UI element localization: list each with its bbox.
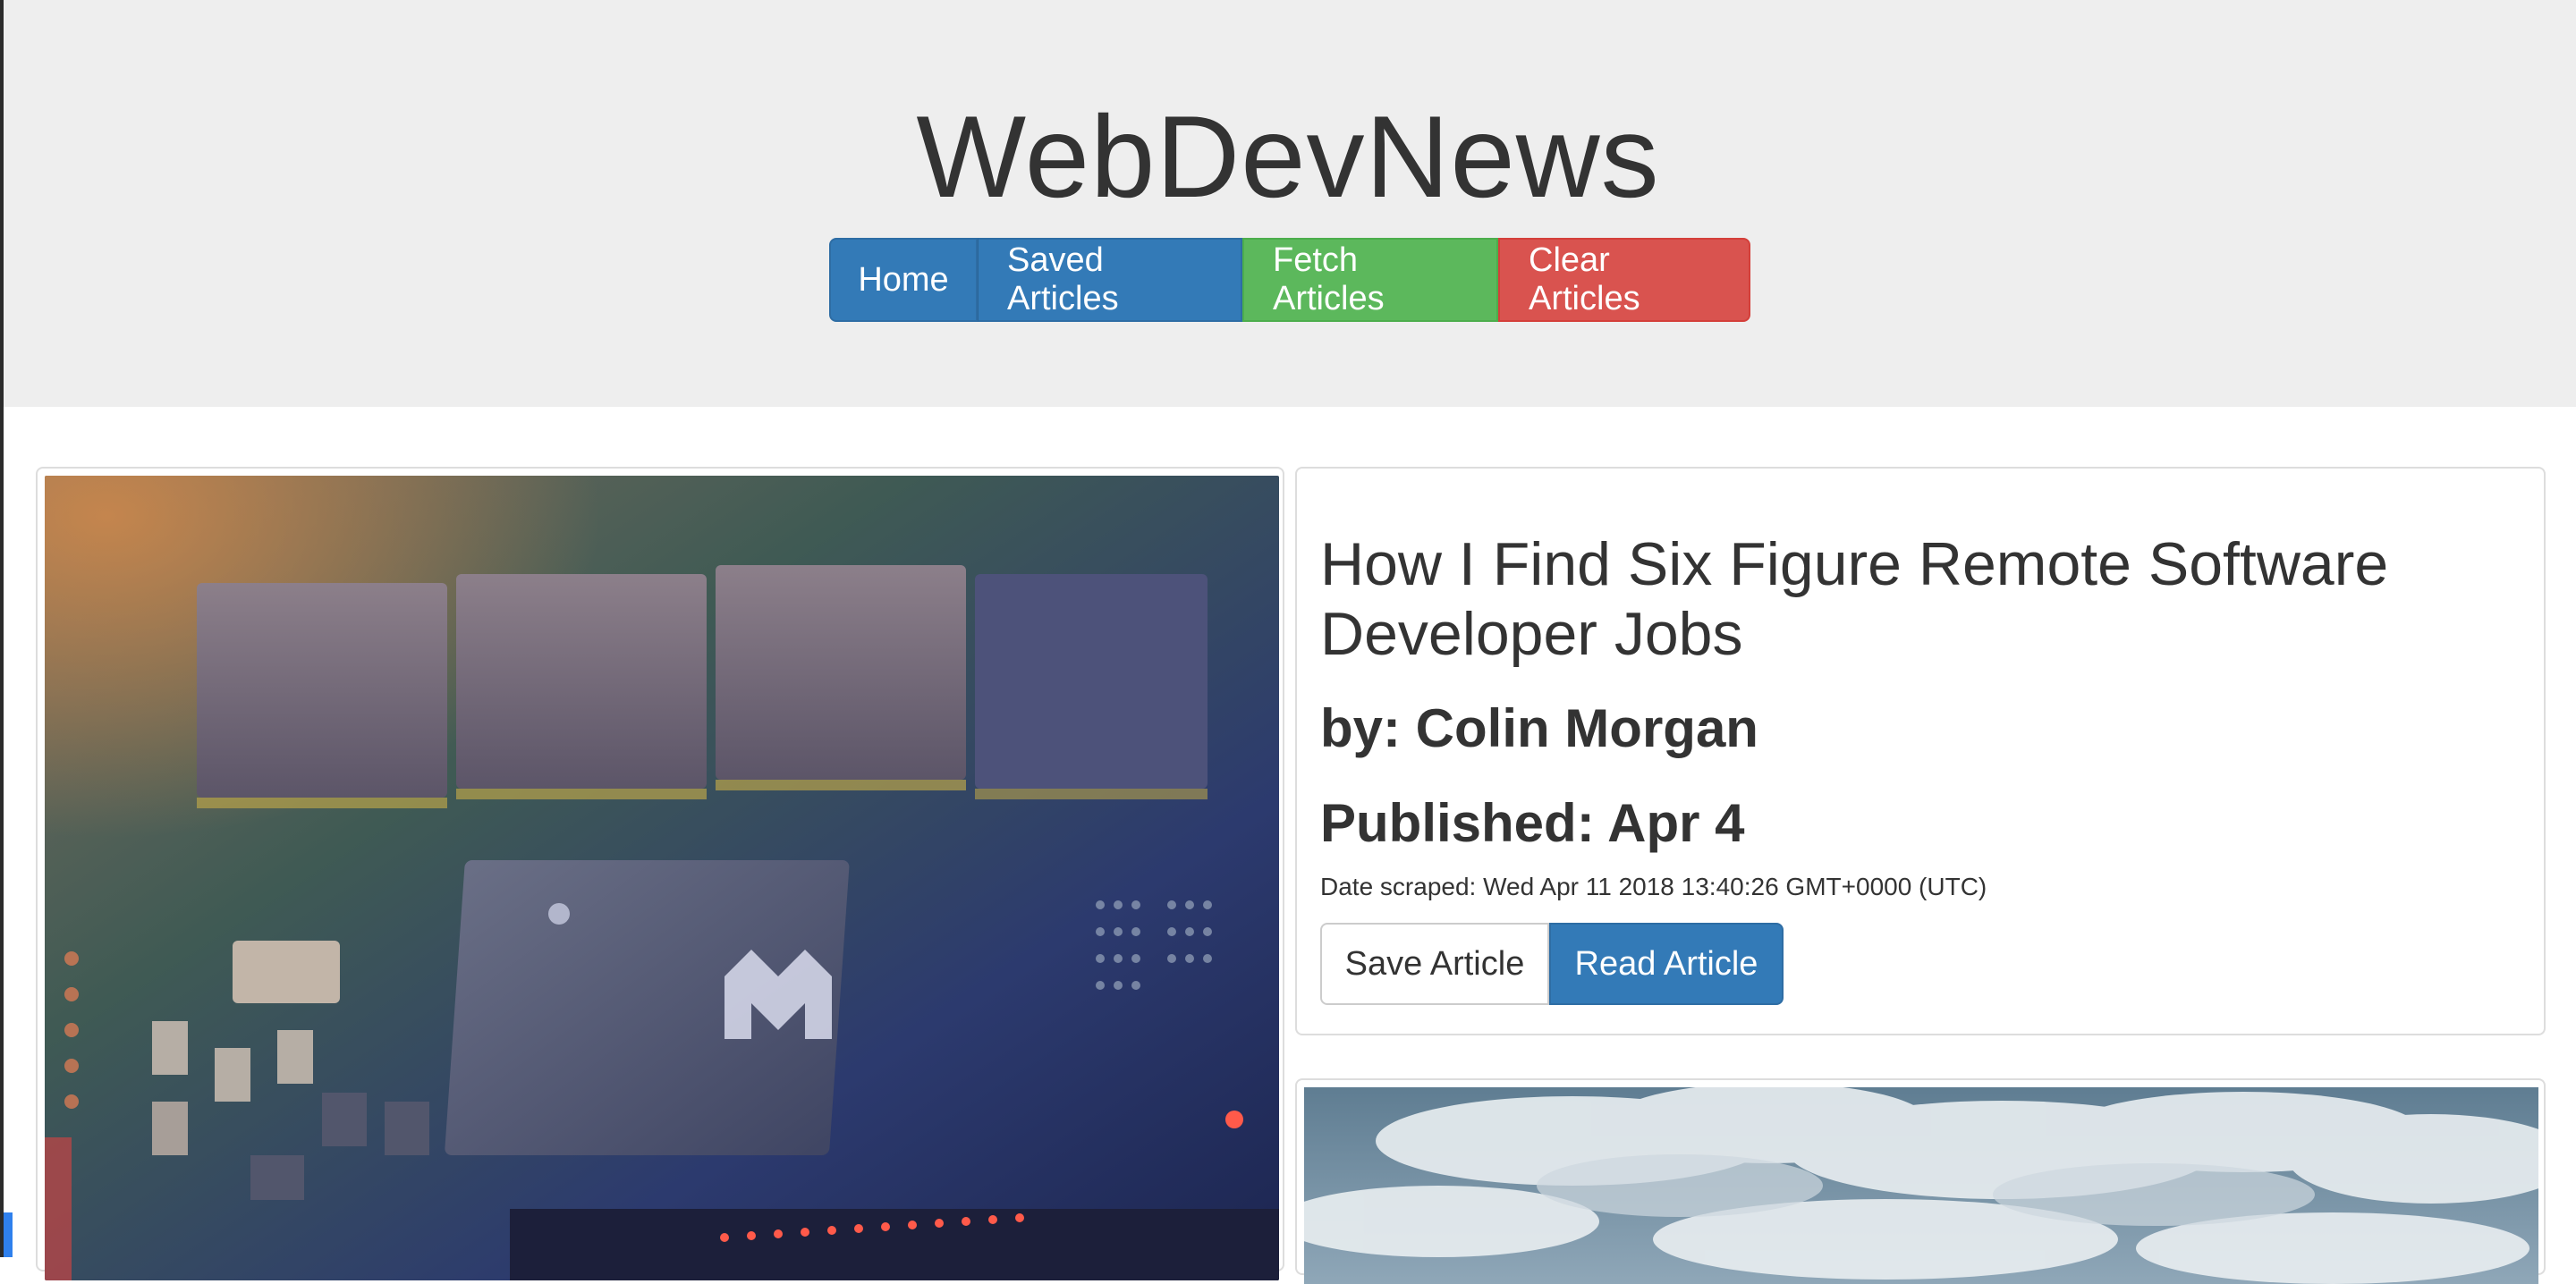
site-title: WebDevNews [916, 91, 1660, 222]
article-scraped-date: Date scraped: Wed Apr 11 2018 13:40:26 G… [1320, 873, 1987, 900]
article-author: by: Colin Morgan [1320, 698, 1758, 758]
save-article-button[interactable]: Save Article [1320, 923, 1549, 1005]
saved-articles-button[interactable]: Saved Articles [978, 238, 1242, 322]
nav-button-group: Home Saved Articles Fetch Articles Clear… [829, 238, 1750, 322]
read-article-button[interactable]: Read Article [1549, 923, 1784, 1005]
article-published-date: Published: Apr 4 [1320, 793, 1745, 853]
article-image [45, 476, 1279, 1280]
article-image-card [1295, 1078, 2546, 1284]
article-image-card [36, 467, 1284, 1280]
article-info-card: How I Find Six Figure Remote Software De… [1295, 467, 2546, 1035]
window-edge [0, 0, 4, 1257]
fetch-articles-button[interactable]: Fetch Articles [1242, 238, 1498, 322]
jumbotron-header: WebDevNews Home Saved Articles Fetch Art… [0, 0, 2576, 407]
article-title: How I Find Six Figure Remote Software De… [1320, 530, 2389, 668]
clear-articles-button[interactable]: Clear Articles [1498, 238, 1750, 322]
article-button-group: Save Article Read Article [1320, 923, 2521, 1005]
home-button[interactable]: Home [829, 238, 978, 322]
article-image [1304, 1087, 2538, 1284]
